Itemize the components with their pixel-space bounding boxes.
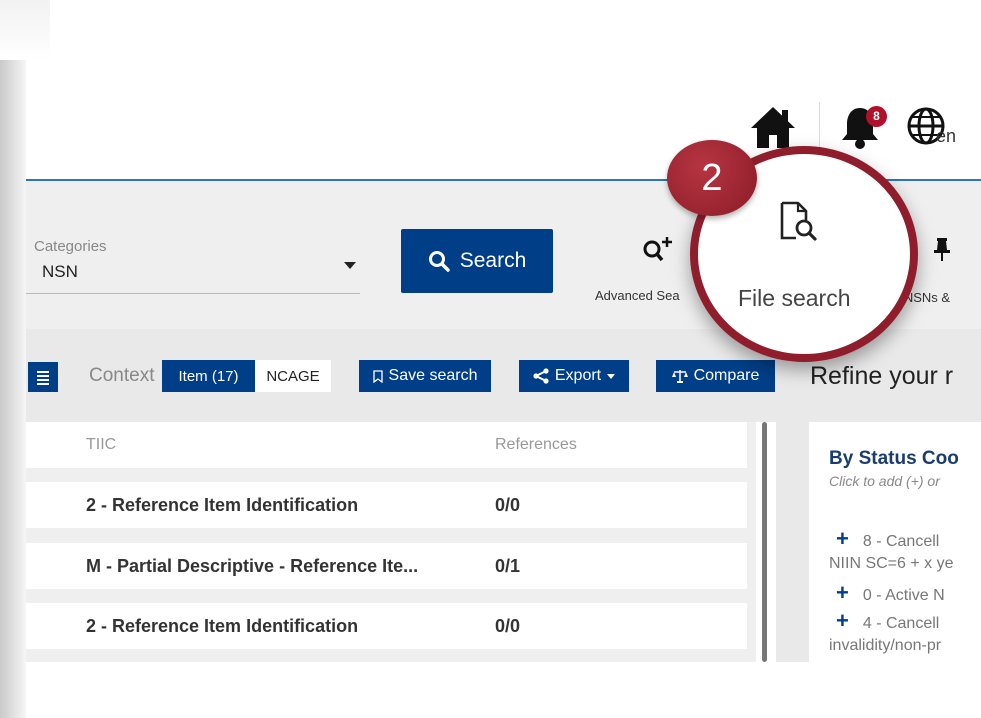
search-icon <box>428 251 450 272</box>
references-cell: 0/1 <box>495 556 521 576</box>
context-label: Context <box>89 365 155 386</box>
categories-underline <box>26 293 360 294</box>
status-filter-label: 8 - Cancell <box>862 533 940 550</box>
status-filter-label: 0 - Active N <box>862 587 945 604</box>
search-button-label: Search <box>459 249 527 272</box>
step-number-badge: 2 <box>667 140 757 216</box>
advanced-search-icon[interactable] <box>641 234 675 264</box>
save-search-button[interactable]: Save search <box>359 360 491 392</box>
save-search-label: Save search <box>388 367 478 384</box>
tiic-cell: 2 - Reference Item Identification <box>86 495 359 515</box>
status-filter-continuation: NIIN SC=6 + x ye <box>829 555 954 572</box>
language-selector[interactable]: en <box>936 126 956 147</box>
pin-icon[interactable] <box>932 236 952 262</box>
file-search-icon[interactable] <box>778 200 820 244</box>
status-filter-continuation: invalidity/non-pr <box>829 637 942 654</box>
plus-icon[interactable]: + <box>836 580 849 605</box>
share-icon <box>533 368 549 384</box>
file-search-label[interactable]: File search <box>738 285 850 312</box>
advanced-search-label[interactable]: Advanced Sea <box>595 288 680 303</box>
list-icon <box>37 371 49 385</box>
references-cell: 0/0 <box>495 495 521 515</box>
balance-scale-icon <box>671 370 688 383</box>
table-row[interactable]: 2 - Reference Item Identification 0/0 <box>26 603 747 649</box>
export-label: Export <box>554 367 602 384</box>
left-shadow-top <box>0 0 50 60</box>
plus-icon[interactable]: + <box>836 608 849 633</box>
table-row[interactable]: 2 - Reference Item Identification 0/0 <box>26 482 747 528</box>
compare-button[interactable]: Compare <box>656 360 775 392</box>
plus-icon[interactable]: + <box>836 526 849 551</box>
table-header-row: TIIC References <box>26 422 747 468</box>
references-cell: 0/0 <box>495 616 521 636</box>
header-divider <box>819 102 820 152</box>
bookmark-icon <box>372 369 383 383</box>
left-shadow <box>0 0 26 718</box>
context-item-tab[interactable]: Item (17) <box>162 360 255 392</box>
context-ncage-tab[interactable]: NCAGE <box>255 360 331 392</box>
categories-label: Categories <box>34 238 107 255</box>
status-code-subtitle: Click to add (+) or <box>829 473 940 489</box>
notification-badge: 8 <box>866 106 887 127</box>
status-filter-item[interactable]: +4 - Cancell <box>836 608 939 634</box>
references-header[interactable]: References <box>495 436 577 454</box>
compare-label: Compare <box>693 367 760 384</box>
export-button[interactable]: Export <box>519 360 629 392</box>
search-button[interactable]: Search <box>401 229 553 293</box>
tiic-cell: M - Partial Descriptive - Reference Ite.… <box>86 556 419 576</box>
table-scrollbar[interactable] <box>762 422 767 662</box>
refine-title: Refine your r <box>810 362 954 390</box>
table-row[interactable]: M - Partial Descriptive - Reference Ite.… <box>26 543 747 589</box>
caret-down-icon[interactable] <box>344 262 356 269</box>
list-view-button[interactable] <box>28 362 58 392</box>
categories-select[interactable]: NSN <box>42 262 78 282</box>
caret-down-icon <box>607 373 616 379</box>
status-filter-label: 4 - Cancell <box>862 615 940 632</box>
bottom-band <box>26 662 981 718</box>
status-filter-item[interactable]: +8 - Cancell <box>836 526 939 552</box>
status-code-title: By Status Coo <box>829 448 959 469</box>
tiic-header[interactable]: TIIC <box>86 436 116 454</box>
tiic-cell: 2 - Reference Item Identification <box>86 616 359 636</box>
status-filter-item[interactable]: +0 - Active N <box>836 580 945 606</box>
home-icon[interactable] <box>749 104 797 150</box>
